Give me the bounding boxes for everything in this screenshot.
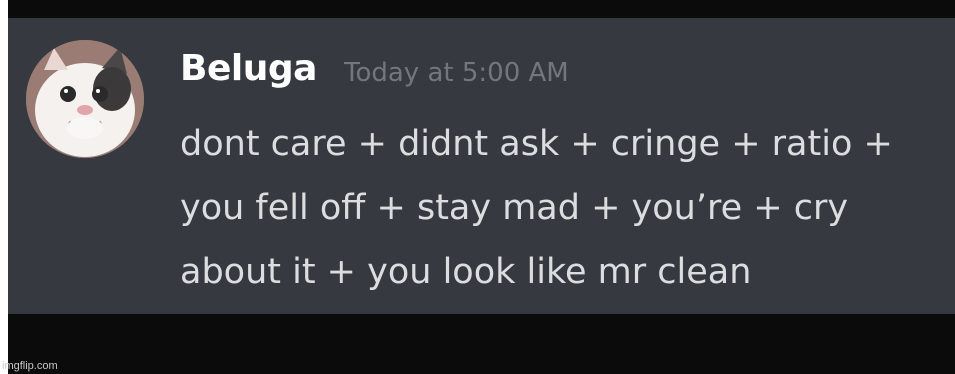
user-avatar[interactable] — [26, 40, 144, 158]
top-frame-bar — [8, 0, 955, 18]
imgflip-watermark: imgflip.com — [2, 360, 58, 372]
message-author-name[interactable]: Beluga — [180, 48, 317, 89]
message-timestamp[interactable]: Today at 5:00 AM — [344, 58, 569, 88]
message-line-3: about it + you look like mr clean — [180, 252, 752, 292]
bottom-frame-bar — [8, 314, 955, 374]
message-content: dont care + didnt ask + cringe + ratio +… — [180, 112, 950, 304]
screenshot-frame: Beluga Today at 5:00 AM dont care + didn… — [0, 0, 955, 374]
message-line-2: you fell off + stay mad + you’re + cry — [180, 188, 849, 228]
message-line-1: dont care + didnt ask + cringe + ratio + — [180, 124, 893, 164]
cat-avatar-icon — [26, 40, 144, 158]
